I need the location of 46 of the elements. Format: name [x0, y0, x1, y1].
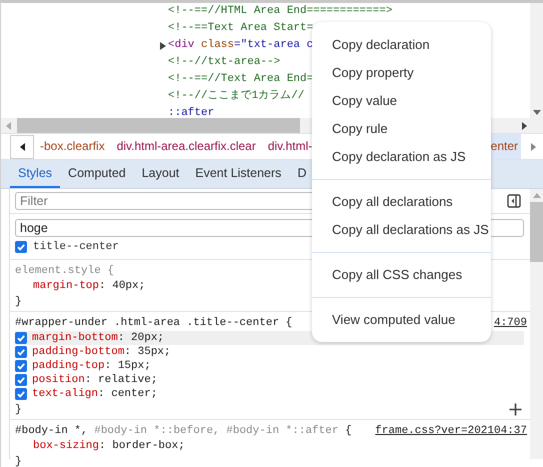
dom-node[interactable]: <!--==Text Area Start= [168, 20, 314, 37]
menu-item[interactable]: Copy all CSS changes [312, 261, 491, 289]
checkbox[interactable] [15, 332, 27, 344]
checkbox[interactable] [15, 388, 27, 400]
scroll-left-button[interactable] [10, 134, 34, 158]
sidebar-toggle-icon[interactable] [507, 194, 521, 208]
add-icon[interactable] [509, 403, 522, 416]
closing-brace: } [15, 456, 22, 467]
source-link[interactable]: 4:709 [494, 316, 527, 328]
css-declaration[interactable]: text-align: center; [32, 388, 158, 400]
tab[interactable]: D [289, 160, 314, 188]
tab[interactable]: Layout [134, 160, 188, 188]
css-declaration[interactable]: box-sizing: border-box; [33, 440, 185, 452]
css-selector: #wrapper-under .html-area .title--center { [15, 316, 292, 328]
tab[interactable]: Styles [10, 160, 60, 188]
source-link[interactable]: frame.css?ver=202104:37 [375, 424, 527, 436]
expand-triangle-icon[interactable] [160, 42, 166, 50]
breadcrumb[interactable]: div.html-area.clearfix.clear [110, 134, 262, 159]
scrollbar[interactable] [530, 189, 543, 459]
scrollbar[interactable] [530, 3, 543, 118]
dom-node[interactable]: <!--==//Text Area End= [168, 71, 314, 88]
closing-brace: } [15, 296, 22, 308]
css-selector: element.style { [15, 264, 114, 276]
closing-brace: } [15, 404, 22, 416]
menu-item[interactable]: Copy value [312, 87, 491, 115]
breadcrumb[interactable]: -box.clearfix [34, 134, 111, 159]
dom-node[interactable]: <div class="txt-area c [168, 37, 314, 54]
tab[interactable]: Event Listeners [187, 160, 290, 188]
css-selector: #body-in *, #body-in *::before, #body-in *::after { [15, 424, 352, 436]
tab[interactable]: Computed [60, 160, 134, 188]
dom-node[interactable]: ::after [168, 105, 214, 122]
checkbox[interactable] [15, 360, 27, 372]
menu-item[interactable]: View computed value [312, 306, 491, 334]
dom-node[interactable]: <!--//ここまで1カラム// [168, 88, 304, 105]
css-declaration[interactable]: padding-bottom: 35px; [32, 346, 171, 358]
class-name: title--center [33, 241, 119, 253]
css-declaration[interactable]: position: relative; [32, 374, 158, 386]
checkbox[interactable] [15, 346, 27, 358]
checkbox[interactable] [15, 241, 27, 253]
css-declaration[interactable]: padding-top: 15px; [32, 360, 151, 372]
checkbox[interactable] [15, 374, 27, 386]
dom-node[interactable]: <!--==//HTML Area End============> [168, 3, 392, 20]
css-declaration[interactable]: margin-top: 40px; [33, 280, 146, 292]
menu-item[interactable]: Copy property [312, 59, 491, 87]
dom-node[interactable]: <!--//txt-area--> [168, 54, 280, 71]
menu-item[interactable]: Copy declaration [312, 31, 491, 59]
